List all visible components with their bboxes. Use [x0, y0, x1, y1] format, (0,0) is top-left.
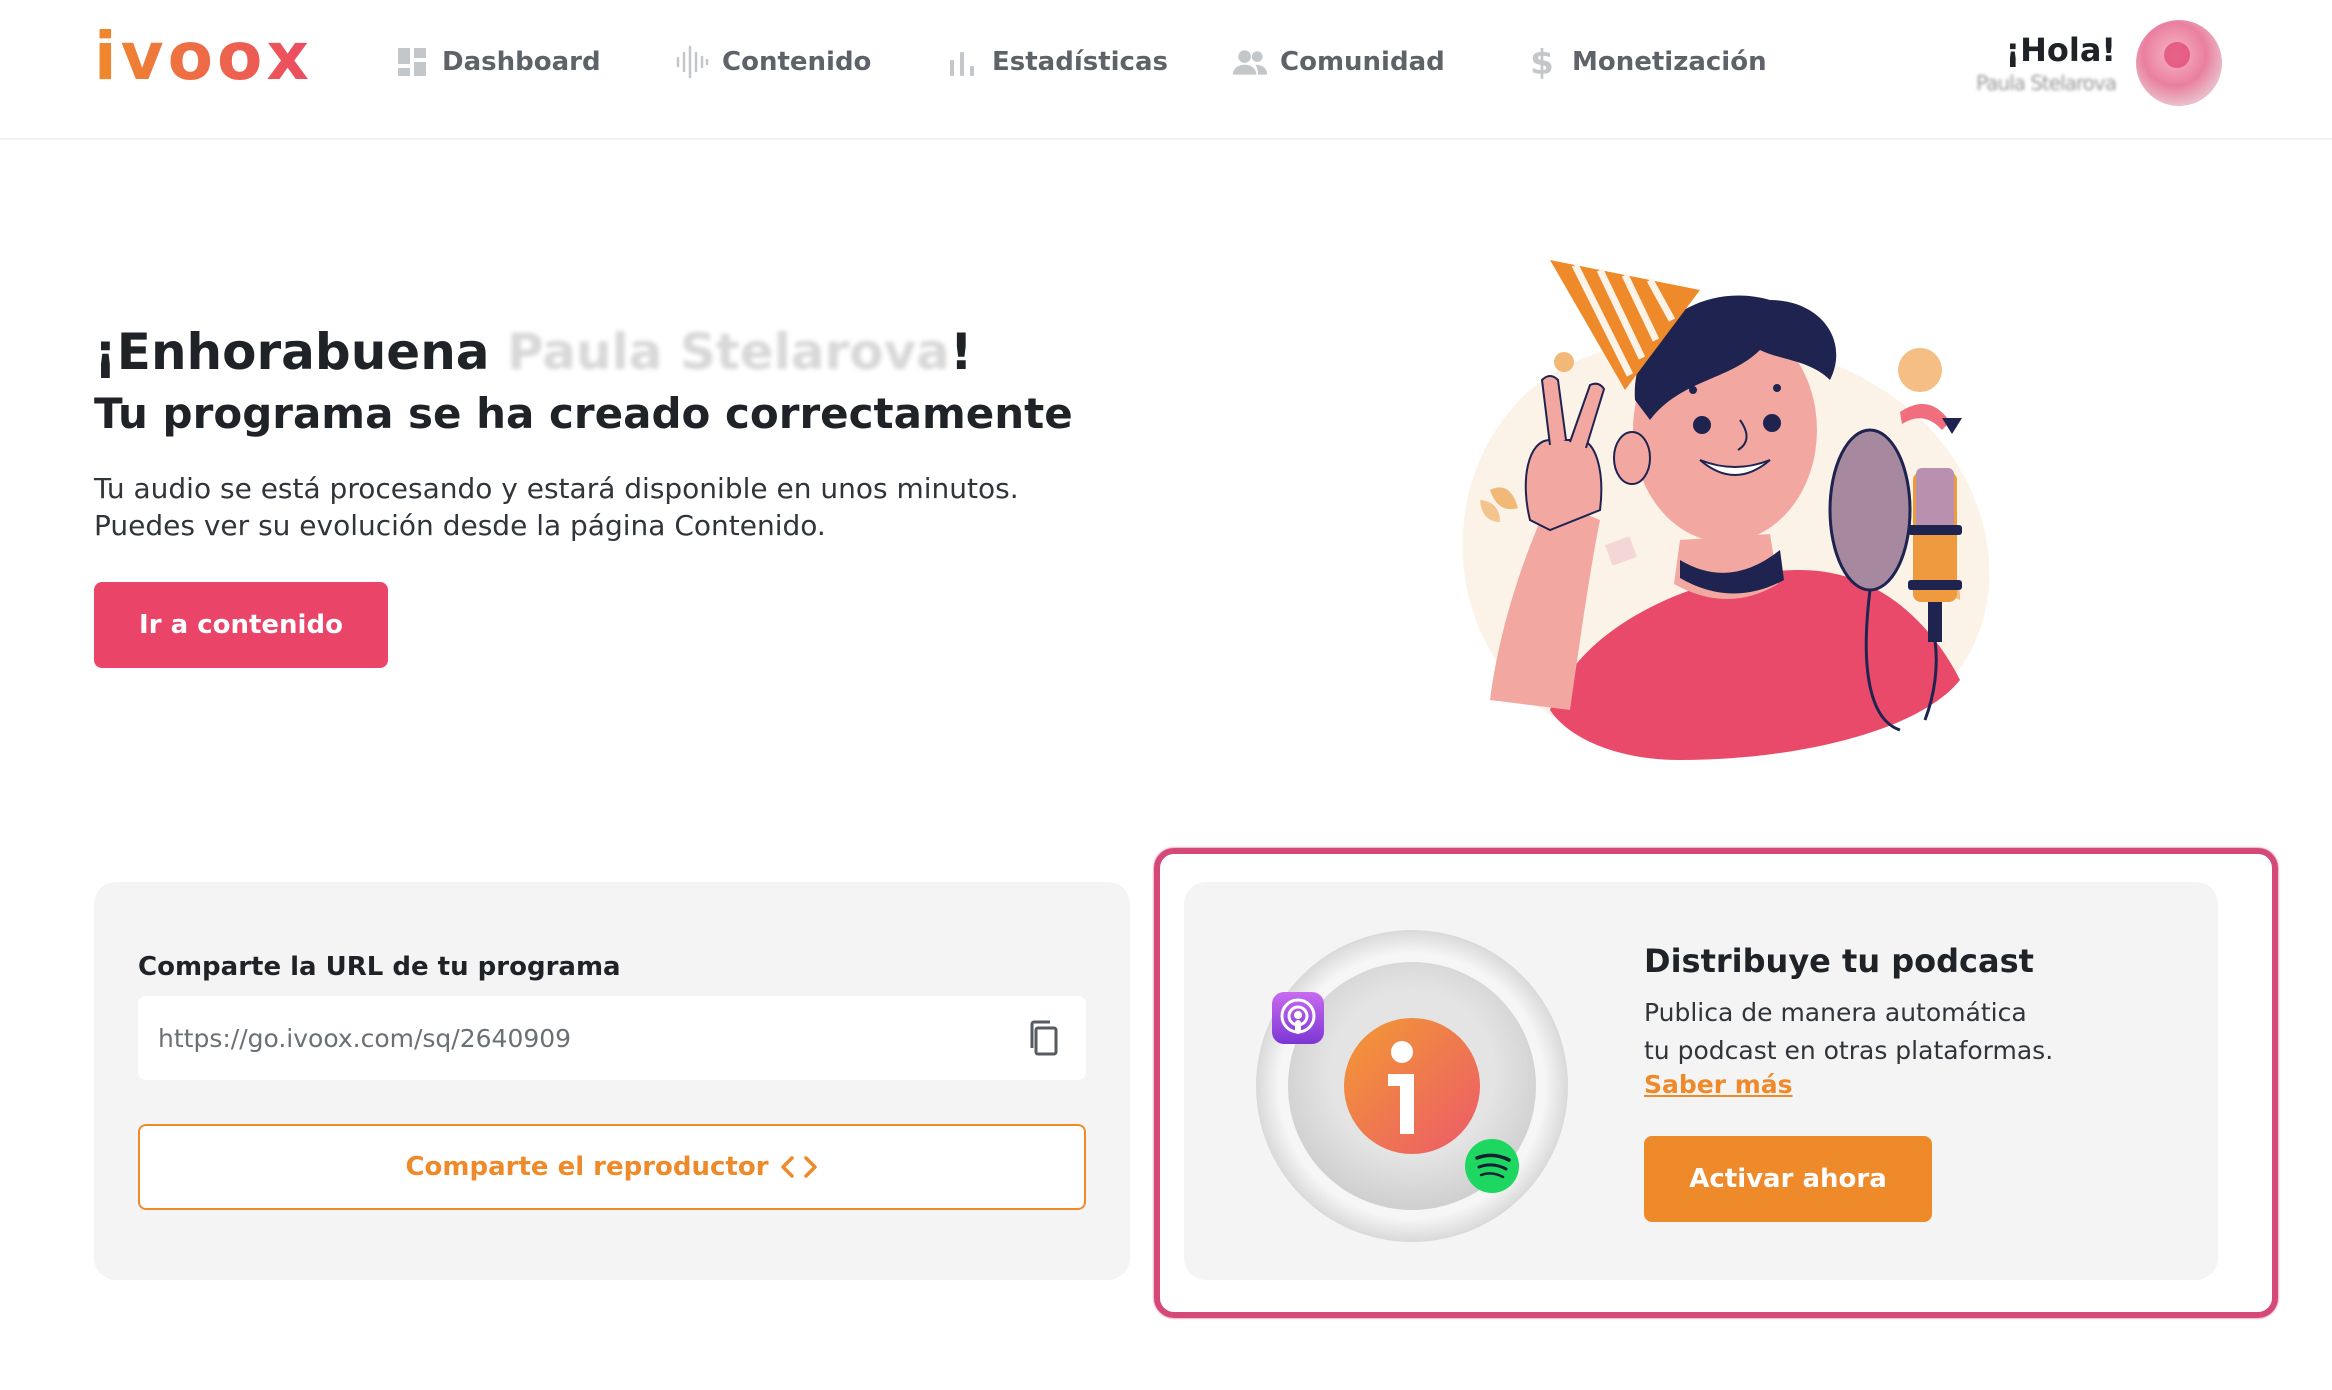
dashboard-icon [394, 44, 430, 80]
nav-label: Monetización [1572, 47, 1767, 77]
user-text: ¡Hola! Paula Stelarova [1975, 30, 2117, 96]
nav-label: Contenido [722, 47, 872, 77]
nav-label: Estadísticas [992, 47, 1168, 77]
dollar-icon: $ [1524, 44, 1560, 80]
user-menu[interactable]: ¡Hola! Paula Stelarova [1976, 18, 2222, 108]
title-user-name: Paula Stelarova [506, 323, 950, 381]
apple-podcasts-icon [1272, 992, 1324, 1044]
distribute-card: Distribuye tu podcast Publica de manera … [1184, 882, 2218, 1280]
copy-icon[interactable] [1024, 1018, 1064, 1058]
activate-now-button[interactable]: Activar ahora [1644, 1136, 1932, 1222]
nav-label: Comunidad [1280, 47, 1445, 77]
user-name: Paula Stelarova [1975, 71, 2117, 95]
title-suffix: ! [949, 323, 973, 381]
svg-text:$: $ [1530, 44, 1554, 80]
celebration-illustration [1462, 260, 1990, 760]
code-icon [779, 1154, 819, 1180]
nav-item-estadisticas[interactable]: Estadísticas [944, 44, 1168, 80]
learn-more-link[interactable]: Saber más [1644, 1070, 1793, 1099]
nav-item-dashboard[interactable]: Dashboard [394, 44, 601, 80]
description-line: Publica de manera automática [1644, 998, 2027, 1027]
hero-description: Tu audio se está procesando y estará dis… [94, 470, 1054, 544]
page-subtitle: Tu programa se ha creado correctamente [94, 389, 1073, 438]
share-player-label: Comparte el reproductor [405, 1152, 769, 1182]
user-greeting: ¡Hola! [2005, 31, 2116, 69]
bar-chart-icon [944, 44, 980, 80]
description-line: tu podcast en otras plataformas. [1644, 1036, 2054, 1065]
program-url-input[interactable] [138, 996, 1018, 1080]
page-title: ¡Enhorabuena Paula Stelarova! [94, 318, 973, 386]
top-header: ivoox Dashboard Contenido Estadísticas C… [0, 0, 2332, 140]
share-label: Comparte la URL de tu programa [138, 952, 621, 982]
url-field-wrapper [138, 996, 1086, 1080]
go-to-content-button[interactable]: Ir a contenido [94, 582, 388, 668]
logo-text: ivoox [94, 18, 313, 95]
ivoox-logo[interactable]: ivoox [94, 22, 313, 92]
distribution-graphic [1256, 930, 1568, 1242]
distribute-title: Distribuye tu podcast [1644, 942, 2034, 980]
share-player-button[interactable]: Comparte el reproductor [138, 1124, 1086, 1210]
people-icon [1232, 44, 1268, 80]
soundwave-icon [674, 44, 710, 80]
avatar[interactable] [2136, 20, 2222, 106]
nav-item-contenido[interactable]: Contenido [674, 44, 871, 80]
nav-item-monetizacion[interactable]: $ Monetización [1524, 44, 1767, 80]
nav-label: Dashboard [442, 47, 601, 77]
distribute-description: Publica de manera automática tu podcast … [1644, 994, 2144, 1070]
spotify-icon [1465, 1139, 1519, 1193]
share-card: Comparte la URL de tu programa Comparte … [94, 882, 1130, 1280]
title-prefix: ¡Enhorabuena [94, 323, 507, 381]
nav-item-comunidad[interactable]: Comunidad [1232, 44, 1445, 80]
description-line: Puedes ver su evolución desde la página … [94, 509, 826, 542]
description-line: Tu audio se está procesando y estará dis… [94, 472, 1019, 505]
